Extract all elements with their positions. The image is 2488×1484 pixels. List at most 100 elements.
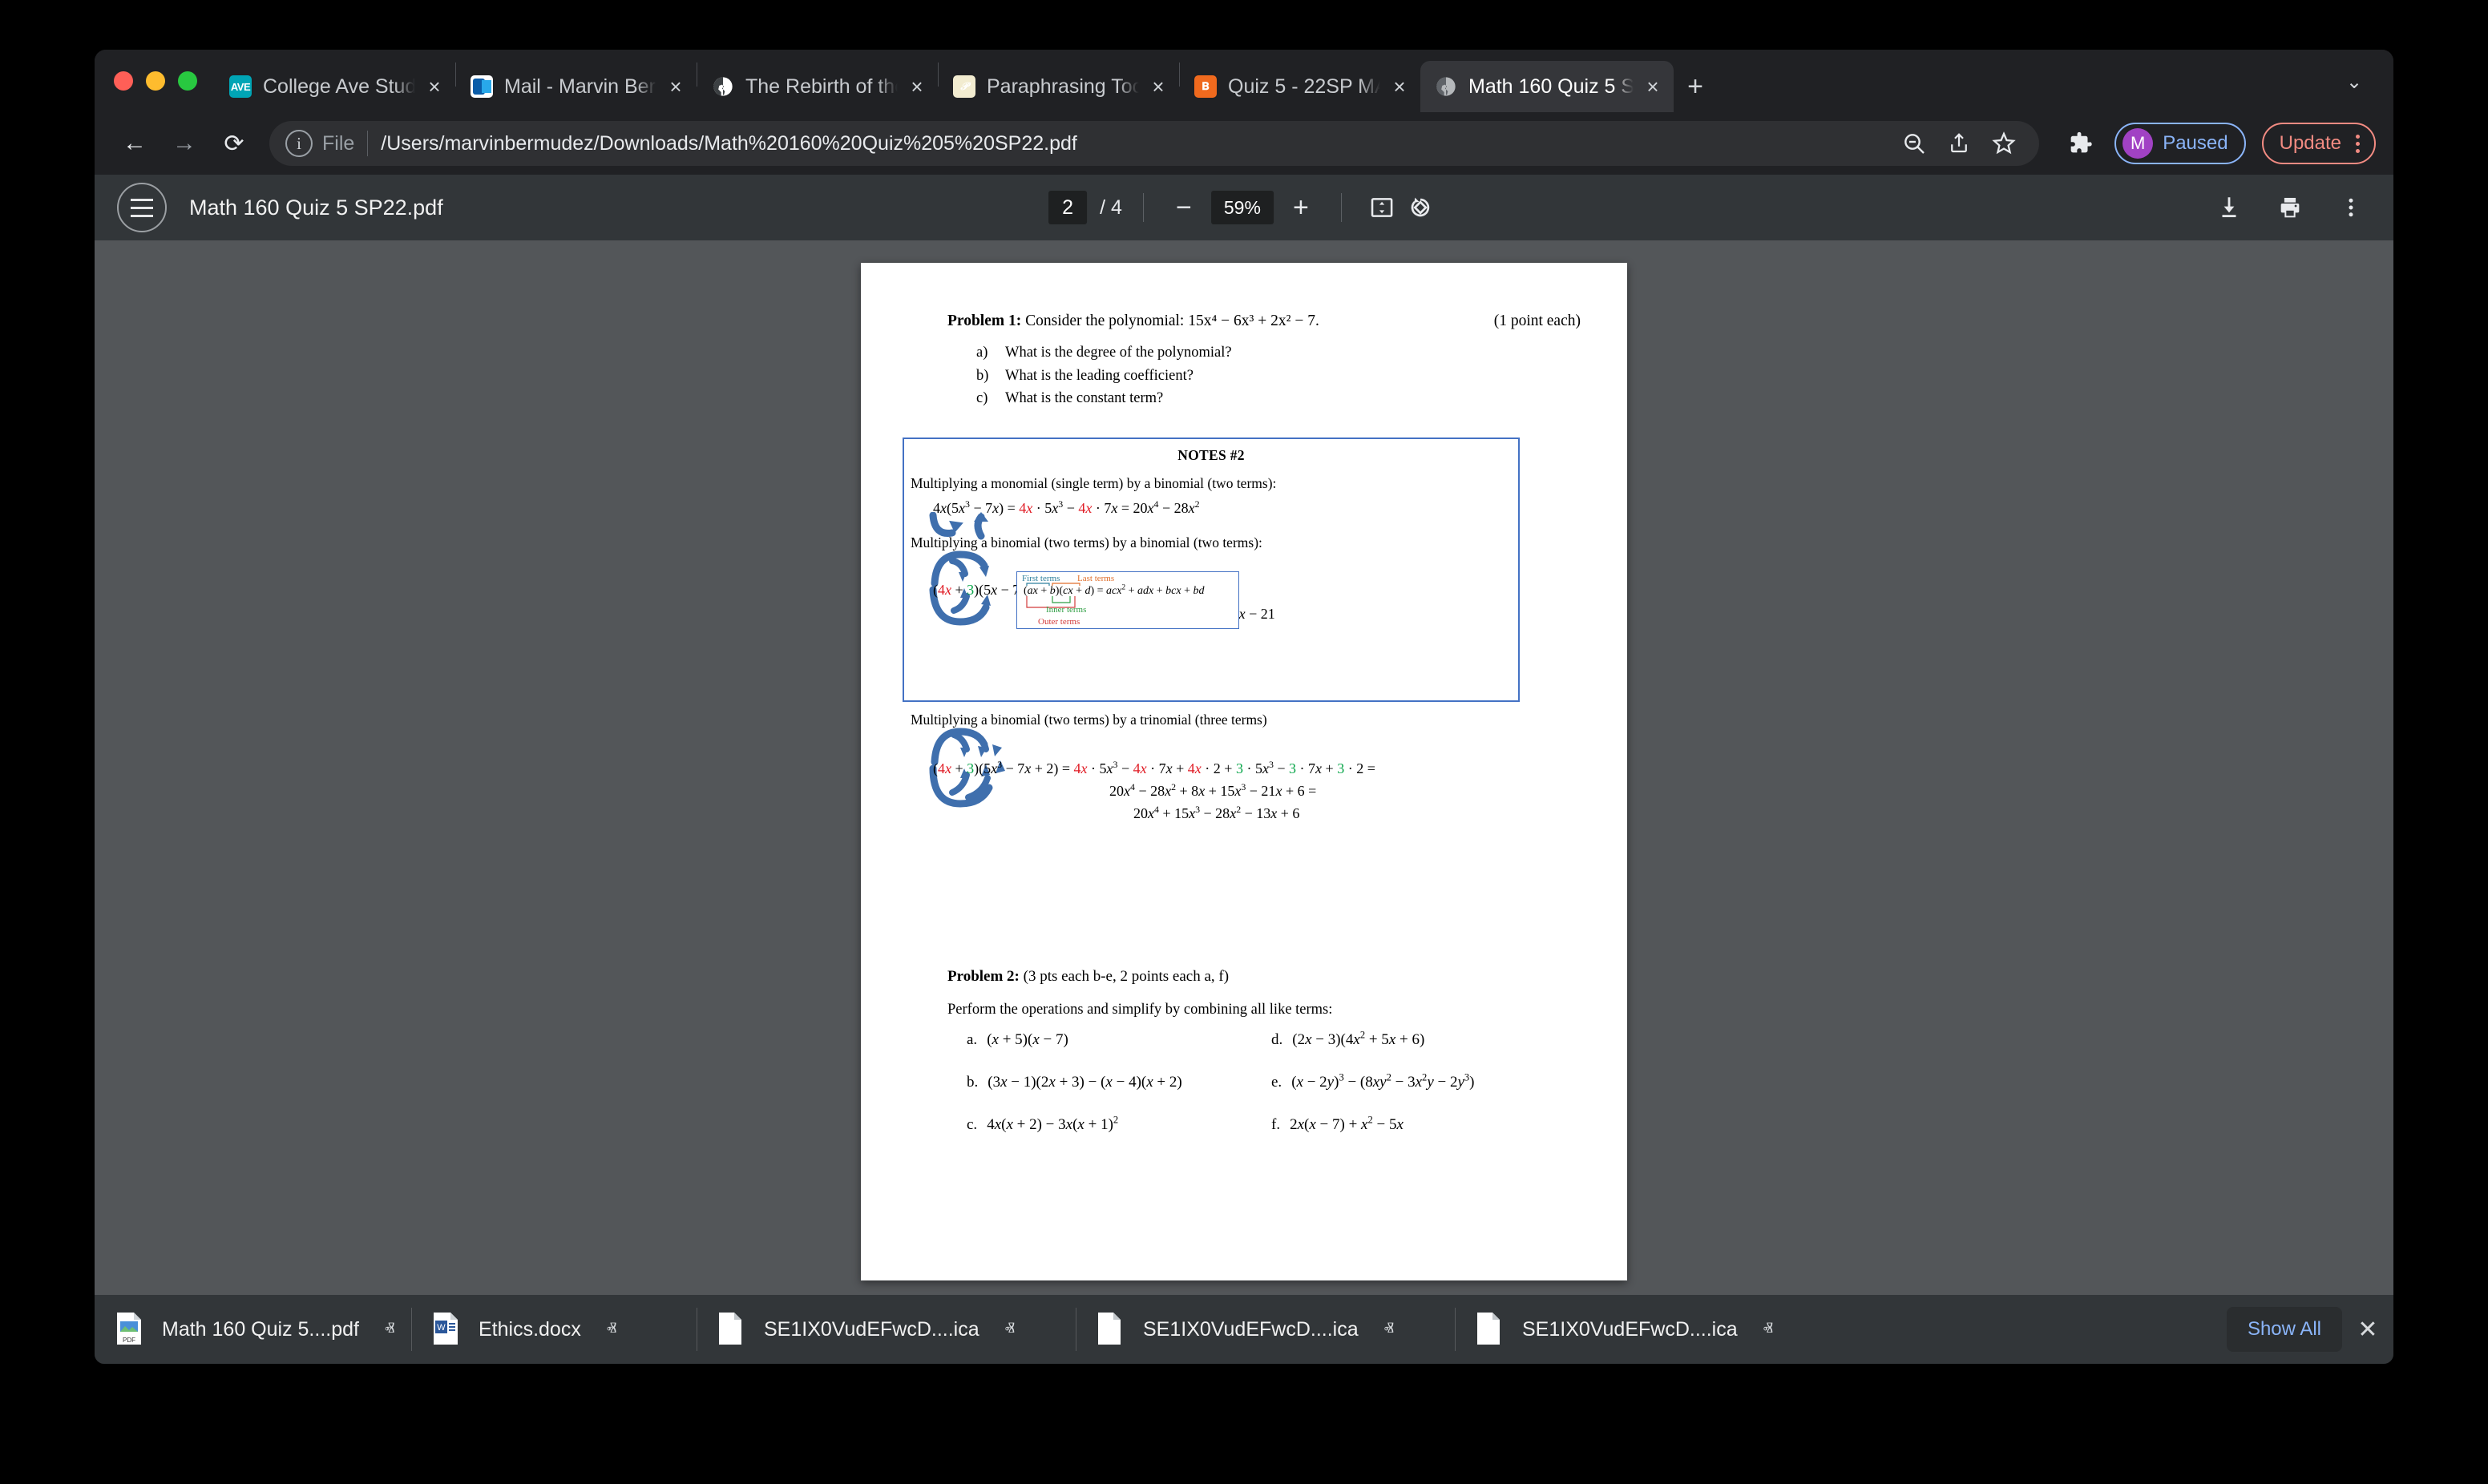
forward-button[interactable]: →	[162, 121, 207, 166]
show-all-downloads-button[interactable]: Show All	[2226, 1307, 2342, 1352]
profile-chip[interactable]: M Paused	[2114, 123, 2246, 164]
browser-tab-5-active[interactable]: Math 160 Quiz 5 SP22.pdf ×	[1420, 61, 1674, 112]
problem-2-header: Problem 2: (3 pts each b-e, 2 points eac…	[947, 968, 1581, 986]
item-marker: a.	[967, 1031, 978, 1048]
page-separator: /	[1100, 196, 1106, 219]
page-total-value: 4	[1110, 196, 1122, 219]
problem-1-statement: Consider the polynomial: 15x⁴ − 6x³ + 2x…	[1025, 313, 1319, 329]
item-text: (2x − 3)(4x² + 5x + 6) (2x − 3)(4x2 + 5x…	[1292, 1029, 1425, 1048]
problem-1-label: Problem 1:	[947, 313, 1022, 329]
list-item: d. (2x − 3)(4x² + 5x + 6) (2x − 3)(4x2 +…	[1271, 1029, 1581, 1049]
rotate-icon[interactable]	[1401, 188, 1440, 227]
list-item: a) What is the degree of the polynomial?	[976, 341, 1581, 365]
item-text: What is the degree of the polynomial?	[1005, 345, 1232, 361]
item-marker: e.	[1271, 1074, 1282, 1091]
profile-status-label: Paused	[2163, 132, 2228, 154]
foil-outer-terms-label: Outer terms	[1038, 617, 1080, 627]
new-tab-button[interactable]: +	[1674, 65, 1717, 108]
item-text: 4x(x + 2) − 3x(x + 1)² 4x(x + 2) − 3x(x …	[987, 1114, 1119, 1133]
item-marker: b)	[976, 367, 989, 384]
item-text: What is the leading coefficient?	[1005, 367, 1194, 384]
tab-title: College Ave Student Loan	[263, 75, 415, 98]
browser-tab-0[interactable]: AVE College Ave Student Loan ×	[215, 61, 455, 112]
item-text: (x − 2y)³ − (8xy² − 3x²y − 2y³) (x − 2y)…	[1291, 1071, 1475, 1091]
download-item-3[interactable]: SE1IX0VudEFwcD....ica ⱏ	[1076, 1295, 1455, 1364]
problem-2: Problem 2: (3 pts each b-e, 2 points eac…	[947, 968, 1581, 1134]
toolbar-divider	[1340, 193, 1342, 222]
problem-1-header: Problem 1: Consider the polynomial: 15x⁴…	[947, 313, 1581, 330]
foil-inner-terms-label: Inner terms	[1046, 605, 1087, 615]
svg-text:W: W	[437, 1323, 446, 1333]
generic-file-icon	[717, 1312, 746, 1347]
update-button[interactable]: Update	[2261, 123, 2376, 164]
url-text[interactable]: /Users/marvinbermudez/Downloads/Math%201…	[381, 132, 1077, 155]
pdf-document-area[interactable]: Problem 1: Consider the polynomial: 15x⁴…	[95, 240, 2393, 1295]
zoom-in-button[interactable]: +	[1282, 188, 1320, 227]
close-icon[interactable]: ×	[1638, 72, 1667, 101]
list-item: b) What is the leading coefficient?	[976, 365, 1581, 388]
print-icon[interactable]	[2270, 188, 2310, 228]
zoom-out-search-icon[interactable]	[1895, 124, 1933, 163]
outlook-icon	[471, 75, 493, 98]
more-icon[interactable]	[2349, 134, 2366, 153]
close-icon[interactable]: ×	[1144, 72, 1173, 101]
omnibox-divider	[367, 131, 369, 156]
close-icon[interactable]: ×	[1385, 72, 1414, 101]
extensions-icon[interactable]	[2058, 122, 2102, 165]
chevron-up-icon[interactable]: ⱏ	[1763, 1318, 1773, 1341]
page-info-icon[interactable]: i	[285, 130, 313, 157]
bookmark-star-icon[interactable]	[1985, 124, 2023, 163]
chevron-up-icon[interactable]: ⱏ	[1005, 1318, 1015, 1341]
list-item: c. 4x(x + 2) − 3x(x + 1)² 4x(x + 2) − 3x…	[967, 1114, 1271, 1134]
chevron-up-icon[interactable]: ⱏ	[1384, 1318, 1394, 1341]
browser-tab-1[interactable]: Mail - Marvin Bermudez - ×	[456, 61, 697, 112]
browser-tab-4[interactable]: 𝐁 Quiz 5 - 22SP MATH-160 ×	[1180, 61, 1420, 112]
minimize-window-button[interactable]	[146, 71, 165, 91]
download-item-4[interactable]: SE1IX0VudEFwcD....ica ⱏ	[1455, 1295, 1834, 1364]
zoom-out-button[interactable]: −	[1165, 188, 1203, 227]
tab-title: Quiz 5 - 22SP MATH-160	[1228, 75, 1380, 98]
chevron-up-icon[interactable]: ⱏ	[385, 1318, 394, 1341]
maximize-window-button[interactable]	[178, 71, 197, 91]
item-marker: c)	[976, 390, 988, 407]
back-button[interactable]: ←	[112, 121, 157, 166]
close-window-button[interactable]	[114, 71, 133, 91]
notes-box: NOTES #2 Multiplying a monomial (single …	[903, 438, 1520, 821]
download-file-name: SE1IX0VudEFwcD....ica	[1143, 1317, 1359, 1341]
share-icon[interactable]	[1940, 124, 1978, 163]
download-item-1[interactable]: W Ethics.docx ⱏ	[411, 1295, 697, 1364]
zoom-level-label[interactable]: 59%	[1210, 191, 1274, 224]
close-icon[interactable]: ×	[661, 72, 690, 101]
page-number-input[interactable]: 2	[1048, 191, 1088, 224]
item-marker: b.	[967, 1074, 979, 1091]
blackboard-icon: 𝐁	[1194, 75, 1217, 98]
close-icon[interactable]: ×	[420, 72, 449, 101]
problem-2-points: (3 pts each b-e, 2 points each a, f)	[1023, 968, 1230, 985]
download-file-name: SE1IX0VudEFwcD....ica	[1522, 1317, 1738, 1341]
notes-section-1-equation: 4x(5x³ − 7x) = 4x · 5x³ − 4x · 7x = 20x⁴…	[929, 499, 1518, 540]
close-downloads-bar-button[interactable]: ✕	[2342, 1316, 2393, 1344]
download-item-2[interactable]: SE1IX0VudEFwcD....ica ⱏ	[697, 1295, 1076, 1364]
word-file-icon: W	[432, 1312, 461, 1347]
download-file-name: SE1IX0VudEFwcD....ica	[764, 1317, 979, 1341]
chevron-up-icon[interactable]: ⱏ	[607, 1318, 616, 1341]
chevron-down-icon[interactable]: ⌄	[2332, 60, 2376, 103]
problem-1-points: (1 point each)	[1493, 313, 1581, 329]
close-icon[interactable]: ×	[903, 72, 931, 101]
avatar: M	[2122, 128, 2154, 159]
download-icon[interactable]	[2209, 188, 2249, 228]
tab-strip: AVE College Ave Student Loan × Mail - Ma…	[95, 50, 2393, 112]
toolbar-divider	[1142, 193, 1144, 222]
pdf-sidebar-toggle-button[interactable]	[117, 183, 167, 232]
download-item-0[interactable]: PDF Math 160 Quiz 5....pdf ⱏ	[95, 1295, 411, 1364]
address-bar[interactable]: i File /Users/marvinbermudez/Downloads/M…	[269, 121, 2040, 166]
more-icon[interactable]	[2331, 188, 2371, 228]
scheme-label: File	[322, 131, 355, 155]
page-total-label: / 4	[1100, 196, 1122, 220]
problem-2-instruction: Perform the operations and simplify by c…	[947, 1002, 1333, 1018]
reload-button[interactable]: ⟳	[212, 121, 256, 166]
browser-tab-2[interactable]: The Rebirth of the Clinic A ×	[697, 61, 938, 112]
fit-page-icon[interactable]	[1363, 188, 1401, 227]
pdf-page-2: Problem 1: Consider the polynomial: 15x⁴…	[861, 263, 1627, 1280]
browser-tab-3[interactable]: 𝒫 Paraphrasing Tool ×	[939, 61, 1179, 112]
